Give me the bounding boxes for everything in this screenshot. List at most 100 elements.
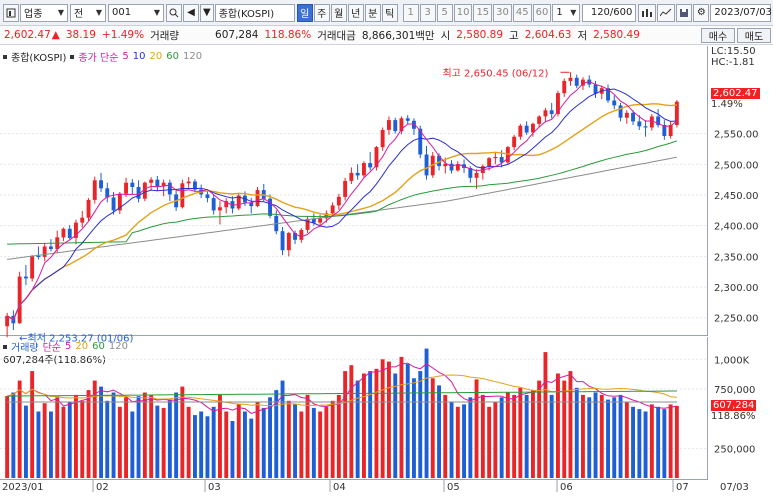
ma-marker-icon (70, 54, 75, 59)
minute-tab[interactable]: 15 (473, 3, 493, 22)
price-tick-label: 2,450.00 (714, 191, 759, 202)
ma120-label: 120 (182, 51, 203, 62)
high-label: 고 (509, 29, 519, 42)
chevron-down-icon: ▼ (153, 8, 160, 17)
minute-tab[interactable]: 1 (402, 3, 419, 22)
type-value: 전 (74, 9, 84, 20)
ma20-label: 20 (149, 51, 163, 62)
ma5-label: 5 (122, 51, 129, 62)
category-select[interactable]: 업종 ▼ (20, 3, 68, 22)
prev-code-icon[interactable]: ◀ (183, 3, 199, 22)
low-label: 저 (577, 29, 588, 42)
chevron-down-icon: ▼ (57, 8, 64, 17)
price-legend: 종합(KOSPI) 종가 단순 5 10 20 60 120 (3, 49, 206, 64)
save-icon[interactable] (676, 3, 693, 22)
minute-tab[interactable]: 10 (453, 3, 473, 22)
price-change-rate: +1.49% (101, 29, 145, 41)
chevron-down-icon: ▼ (95, 8, 102, 17)
code-name-value: 종합(KOSPI) (218, 9, 275, 20)
period-tab[interactable]: 틱 (381, 3, 398, 22)
gear-icon[interactable]: ⚙ (693, 3, 710, 22)
x-axis-label: 07 (676, 482, 689, 493)
buy-button[interactable]: 매수 (701, 28, 735, 43)
current-price: 2,602.47 (4, 29, 51, 41)
chart-tools-icon[interactable] (638, 3, 657, 22)
ma10-label: 10 (132, 51, 146, 62)
code-name-field[interactable]: 종합(KOSPI) (214, 3, 295, 22)
up-triangle-icon: ▲ (51, 29, 60, 41)
ma60-label: 60 (166, 51, 179, 62)
chart-toolbar: 업종 ▼ 전 ▼ 001 ▼ ◀ ▼ 종합(KOSPI) 일주월년분틱 1351… (0, 0, 773, 26)
price-tick-label: 2,550.00 (714, 130, 759, 141)
x-axis-label: 02 (96, 482, 109, 493)
period-tab[interactable]: 일 (296, 3, 313, 22)
volume-last-value: 607,284주(118.86%) (3, 355, 106, 366)
vol-ma120-label: 120 (108, 341, 128, 352)
price-tick-label: 2,400.00 (714, 222, 759, 233)
price-panel-title: 종합(KOSPI) (11, 53, 67, 64)
price-tick-label: 2,350.00 (714, 252, 759, 263)
minute-tab[interactable]: 5 (436, 3, 453, 22)
volume-rate-tag: 118.86% (711, 411, 756, 422)
price-tick-label: 2,250.00 (714, 314, 759, 325)
x-axis-label: 07/03 (720, 482, 749, 493)
code-value: 001 (112, 7, 132, 18)
volume-value: 607,284 (215, 29, 259, 41)
date-field[interactable]: 2023/07/03 (710, 3, 773, 22)
period-tab[interactable]: 분 (364, 3, 381, 22)
chevron-down-icon: ▼ (570, 8, 577, 17)
hc-value: HC:-1.81 (711, 57, 755, 68)
volume-tag: 607,284 (711, 400, 757, 411)
ma-label: 종가 단순 (78, 53, 119, 64)
quote-bar: 2,602.47 ▲ 38.19 +1.49% 거래량 607,284 118.… (0, 26, 773, 45)
minute-tab[interactable]: 60 (532, 3, 552, 22)
minute-tab[interactable]: 45 (512, 3, 532, 22)
minute-tab[interactable]: 30 (493, 3, 512, 22)
date-value: 2023/07/03 (714, 7, 773, 18)
chart-type-icon[interactable] (3, 3, 19, 22)
amount-label: 거래대금 (317, 29, 356, 42)
volume-panel[interactable] (0, 337, 708, 480)
search-icon[interactable] (166, 3, 182, 22)
x-axis-label: 04 (333, 482, 346, 493)
minute-tab[interactable]: 3 (419, 3, 436, 22)
volume-rate: 118.86% (264, 29, 312, 41)
code-input[interactable]: 001 ▼ (108, 3, 164, 22)
indicator-icon[interactable] (657, 3, 676, 22)
price-tick-label: 2,500.00 (714, 160, 759, 171)
period-tab[interactable]: 월 (330, 3, 347, 22)
history-dropdown-icon[interactable]: ▼ (200, 3, 214, 22)
unit-value: 1 (556, 7, 563, 18)
sell-button[interactable]: 매도 (737, 28, 771, 43)
lc-value: LC:15.50 (711, 46, 756, 57)
x-axis-label: 05 (447, 482, 460, 493)
unit-select[interactable]: 1 ▼ (552, 3, 581, 22)
price-tick-label: 2,300.00 (714, 283, 759, 294)
amount-value: 8,866,301백만 (361, 29, 435, 42)
category-value: 업종 (24, 9, 43, 20)
x-axis-label: 2023/01 (2, 482, 44, 493)
open-label: 시 (440, 29, 451, 42)
type-select[interactable]: 전 ▼ (70, 3, 106, 22)
x-axis-label: 03 (208, 482, 221, 493)
period-tabs: 일주월년분틱 (296, 3, 399, 22)
x-axis-label: 06 (560, 482, 573, 493)
period-tab[interactable]: 년 (347, 3, 364, 22)
volume-tick-label: 750,000 (714, 385, 755, 396)
low-value: 2,580.49 (593, 29, 640, 41)
open-value: 2,580.89 (456, 29, 504, 41)
panel-marker-icon (3, 344, 7, 349)
high-value: 2,604.63 (524, 29, 572, 41)
minute-tabs: 1 3 5 10 15 30 45 60 (402, 3, 553, 22)
count-field[interactable]: 120/600 (582, 3, 637, 22)
panel-marker-icon (3, 54, 7, 59)
last-rate-tag: 1.49% (711, 99, 743, 110)
last-price-tag: 2,602.47 (711, 88, 760, 99)
volume-tick-label: 1,000K (714, 355, 750, 366)
period-tab[interactable]: 주 (313, 3, 330, 22)
volume-label: 거래량 (150, 29, 180, 42)
volume-tick-label: 250,000 (714, 444, 755, 455)
price-change: 38.19 (65, 29, 96, 41)
price-panel[interactable] (0, 46, 708, 336)
count-value: 120/600 (590, 7, 633, 18)
